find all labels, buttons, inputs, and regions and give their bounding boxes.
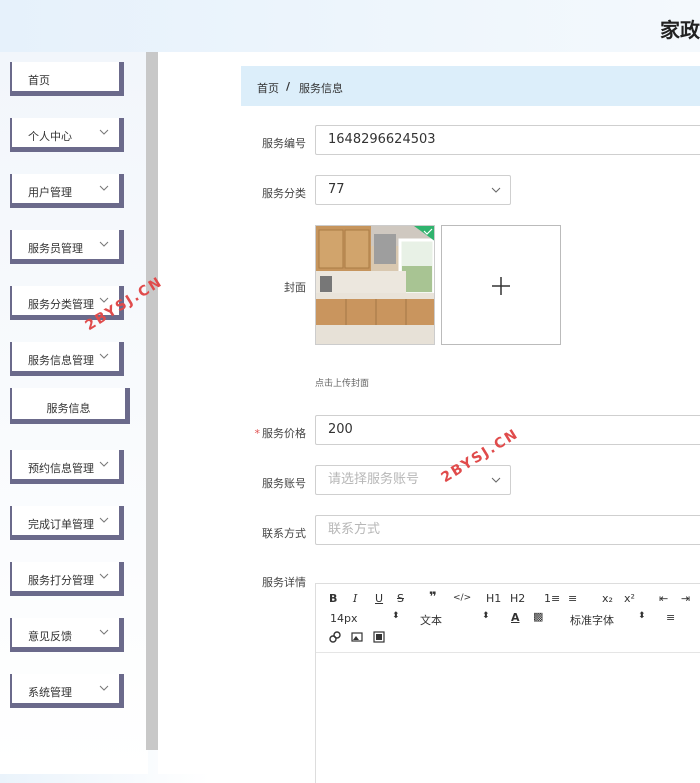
contact-label: 联系方式 <box>262 527 306 540</box>
sidebar-subitem-label: 服务信息 <box>46 402 91 415</box>
category-label: 服务分类 <box>262 187 306 200</box>
breadcrumb: 首页 / 服务信息 <box>241 66 700 106</box>
underline-button[interactable]: U <box>375 592 383 605</box>
code-button[interactable]: </> <box>453 593 471 603</box>
sidebar-item-label: 服务分类管理 <box>28 298 94 311</box>
price-label: * 服务价格 <box>236 425 307 441</box>
sidebar-item-staff-management[interactable]: 服务员管理 <box>10 230 124 264</box>
font-size-select[interactable]: 14px <box>330 612 358 625</box>
contact-input[interactable]: 联系方式 <box>315 515 700 545</box>
sidebar-item-label: 首页 <box>28 74 50 87</box>
chevron-down-icon <box>99 129 109 135</box>
sidebar-item-rating-management[interactable]: 服务打分管理 <box>10 562 124 596</box>
text-type-arrows-icon: ⬍ <box>482 611 490 621</box>
service-no-label: 服务编号 <box>262 137 306 150</box>
bullet-list-button[interactable]: ≡ <box>568 592 577 605</box>
kitchen-photo <box>316 226 434 344</box>
superscript-button[interactable]: x² <box>624 592 635 605</box>
breadcrumb-current: 服务信息 <box>299 82 343 95</box>
sidebar-item-label: 服务打分管理 <box>28 574 94 587</box>
plus-icon <box>492 277 510 295</box>
bold-button[interactable]: B <box>329 592 337 605</box>
italic-button[interactable]: I <box>353 592 357 605</box>
font-color-icon[interactable]: A <box>511 611 520 624</box>
cover-upload-button[interactable] <box>441 225 561 345</box>
link-icon[interactable] <box>329 631 341 643</box>
h2-button[interactable]: H2 <box>510 592 525 605</box>
price-label-text: 服务价格 <box>262 427 306 440</box>
background-color-icon[interactable]: ▩ <box>533 610 543 623</box>
chevron-down-icon <box>99 185 109 191</box>
font-family-select[interactable]: 标准字体 <box>570 612 614 628</box>
rich-text-editor[interactable]: B I U S ❞ </> H1 H2 1≡ ≡ x₂ x² ⇤ ⇥ 14px … <box>315 583 700 783</box>
details-label: 服务详情 <box>262 576 306 589</box>
strike-button[interactable]: S <box>397 592 404 605</box>
sidebar-subitem-service-info[interactable]: 服务信息 <box>10 388 130 424</box>
sidebar-item-feedback[interactable]: 意见反馈 <box>10 618 124 652</box>
breadcrumb-separator: / <box>286 80 291 93</box>
required-mark: * <box>254 427 261 440</box>
subscript-button[interactable]: x₂ <box>602 592 613 605</box>
sidebar-item-user-management[interactable]: 用户管理 <box>10 174 124 208</box>
sidebar-item-service-info-management[interactable]: 服务信息管理 <box>10 342 124 376</box>
chevron-down-icon <box>491 477 501 483</box>
sidebar-item-order-management[interactable]: 完成订单管理 <box>10 506 124 540</box>
sidebar-item-booking-management[interactable]: 预约信息管理 <box>10 450 124 484</box>
chevron-down-icon <box>99 517 109 523</box>
chevron-down-icon <box>99 353 109 359</box>
chevron-down-icon <box>99 685 109 691</box>
account-label: 服务账号 <box>262 477 306 490</box>
font-size-arrows-icon: ⬍ <box>392 611 400 621</box>
sidebar-item-label: 预约信息管理 <box>28 462 94 475</box>
cover-image[interactable] <box>315 225 435 345</box>
account-select-placeholder: 请选择服务账号 <box>328 472 420 487</box>
sidebar-item-home[interactable]: 首页 <box>10 62 124 96</box>
service-no-input[interactable]: 1648296624503 <box>315 125 700 155</box>
sidebar-item-label: 意见反馈 <box>28 630 72 643</box>
sidebar-item-label: 个人中心 <box>28 130 72 143</box>
sidebar-item-label: 完成订单管理 <box>28 518 94 531</box>
image-icon[interactable] <box>351 631 363 643</box>
sidebar-item-label: 系统管理 <box>28 686 72 699</box>
chevron-down-icon <box>99 461 109 467</box>
sidebar-item-system-management[interactable]: 系统管理 <box>10 674 124 708</box>
quote-button[interactable]: ❞ <box>429 590 437 605</box>
category-select-value: 77 <box>328 182 345 197</box>
video-icon[interactable] <box>373 631 385 643</box>
chevron-down-icon <box>99 573 109 579</box>
top-header: 家政 <box>0 0 700 52</box>
chevron-down-icon <box>99 241 109 247</box>
outdent-button[interactable]: ⇤ <box>659 592 668 605</box>
indent-button[interactable]: ⇥ <box>681 592 690 605</box>
text-type-select[interactable]: 文本 <box>420 612 442 628</box>
cover-label: 封面 <box>284 281 306 294</box>
sidebar-item-label: 服务员管理 <box>28 242 83 255</box>
font-family-arrows-icon: ⬍ <box>638 611 646 621</box>
ordered-list-button[interactable]: 1≡ <box>544 592 560 605</box>
content-gutter <box>158 52 242 774</box>
align-icon[interactable]: ≡ <box>666 611 675 624</box>
sidebar-item-label: 服务信息管理 <box>28 354 94 367</box>
category-select[interactable]: 77 <box>315 175 511 205</box>
toolbar-divider <box>316 652 700 653</box>
chevron-down-icon <box>99 629 109 635</box>
sidebar-item-label: 用户管理 <box>28 186 72 199</box>
sidebar-scrollbar[interactable] <box>146 52 158 750</box>
cover-hint: 点击上传封面 <box>315 379 370 389</box>
chevron-down-icon <box>491 187 501 193</box>
account-select[interactable]: 请选择服务账号 <box>315 465 511 495</box>
h1-button[interactable]: H1 <box>486 592 501 605</box>
breadcrumb-home[interactable]: 首页 <box>257 80 279 96</box>
sidebar-item-personal-center[interactable]: 个人中心 <box>10 118 124 152</box>
app-title: 家政 <box>660 18 700 42</box>
